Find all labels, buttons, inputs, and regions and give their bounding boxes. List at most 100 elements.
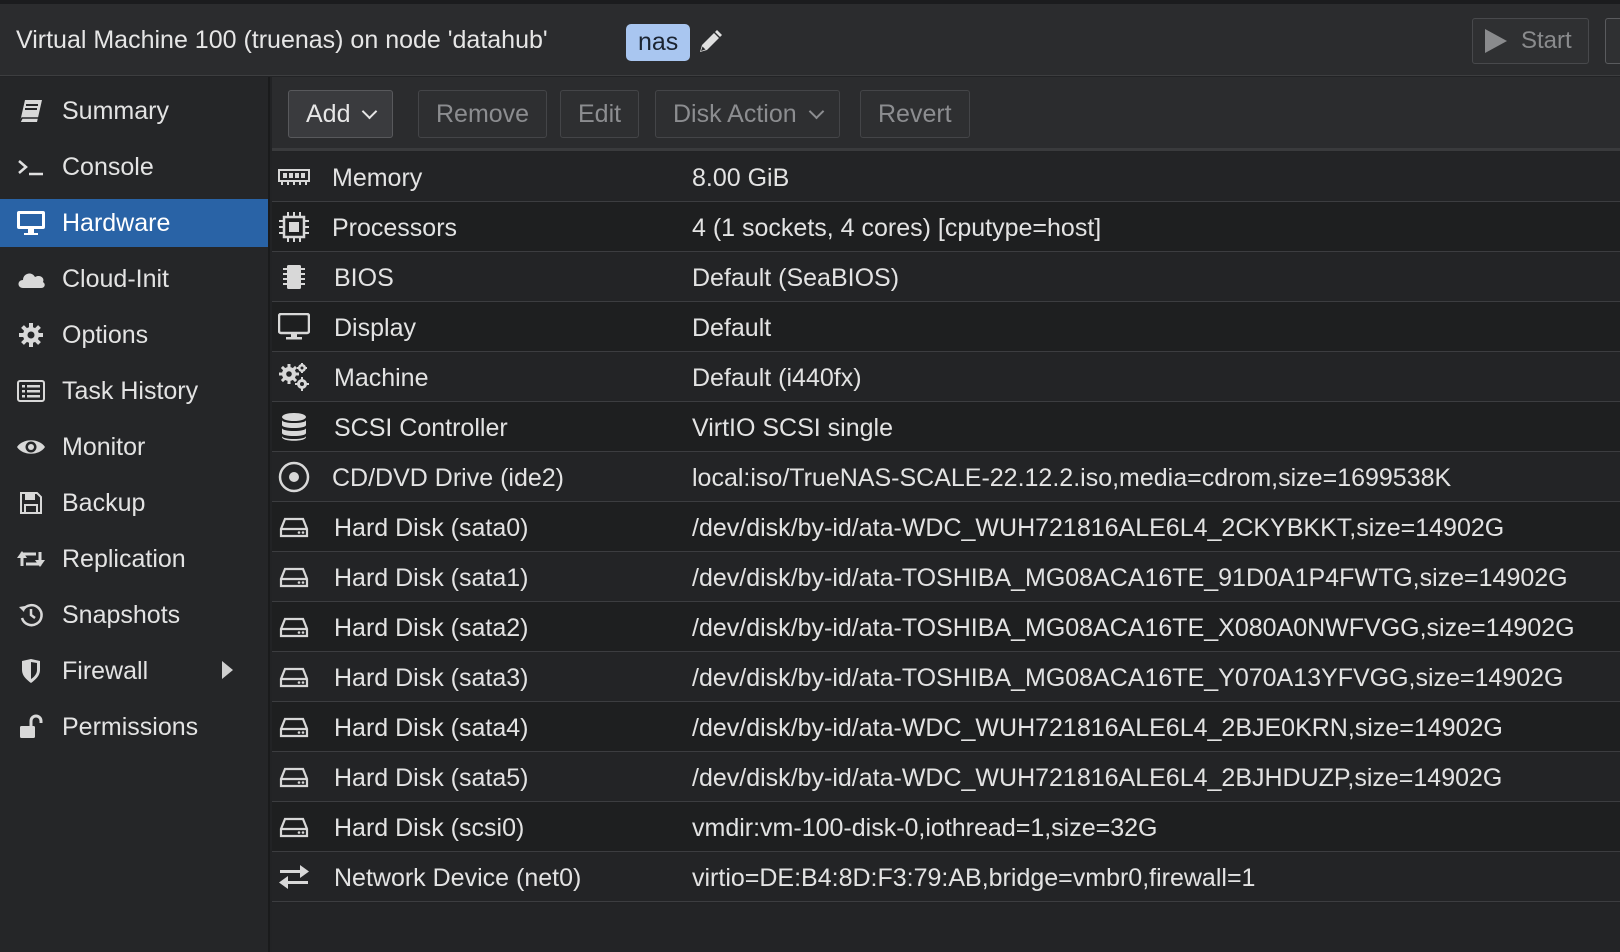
table-row[interactable]: Hard Disk (sata5) /dev/disk/by-id/ata-WD… — [272, 752, 1620, 802]
unlock-icon — [16, 713, 46, 741]
edit-button-label: Edit — [578, 99, 622, 128]
hdd-icon — [278, 761, 310, 793]
sidebar-item-task-history[interactable]: Task History — [0, 367, 268, 415]
table-row[interactable]: Hard Disk (sata0) /dev/disk/by-id/ata-WD… — [272, 502, 1620, 552]
hdd-icon — [278, 811, 310, 843]
hardware-toolbar: Add Remove Edit Disk Action Revert — [272, 77, 1620, 151]
hardware-value: /dev/disk/by-id/ata-TOSHIBA_MG08ACA16TE_… — [692, 614, 1575, 642]
sidebar-item-backup[interactable]: Backup — [0, 479, 268, 527]
remove-button-label: Remove — [436, 99, 530, 128]
sidebar-item-snapshots[interactable]: Snapshots — [0, 591, 268, 639]
table-row[interactable]: Machine Default (i440fx) — [272, 352, 1620, 402]
floppy-icon — [16, 489, 46, 517]
exchange-icon — [278, 861, 310, 893]
hardware-name: Hard Disk (sata1) — [334, 564, 529, 592]
eye-icon — [16, 433, 46, 461]
chip-icon — [278, 261, 310, 293]
hardware-value: Default (i440fx) — [692, 364, 862, 392]
list-icon — [16, 377, 46, 405]
table-row[interactable]: Network Device (net0) virtio=DE:B4:8D:F3… — [272, 852, 1620, 902]
expand-arrow-icon[interactable] — [222, 661, 233, 679]
table-row[interactable]: CD/DVD Drive (ide2) local:iso/TrueNAS-SC… — [272, 452, 1620, 502]
hardware-value: /dev/disk/by-id/ata-TOSHIBA_MG08ACA16TE_… — [692, 664, 1564, 692]
table-row[interactable]: BIOS Default (SeaBIOS) — [272, 252, 1620, 302]
sidebar-item-console[interactable]: Console — [0, 143, 268, 191]
desktop-icon — [278, 311, 310, 343]
shutdown-button[interactable] — [1605, 18, 1620, 64]
hdd-icon — [278, 711, 310, 743]
hardware-name: CD/DVD Drive (ide2) — [332, 464, 564, 492]
add-button[interactable]: Add — [288, 90, 394, 138]
hardware-value: 4 (1 sockets, 4 cores) [cputype=host] — [692, 214, 1102, 242]
hardware-value: Default — [692, 314, 772, 342]
hardware-value: /dev/disk/by-id/ata-TOSHIBA_MG08ACA16TE_… — [692, 564, 1568, 592]
sidebar-item-monitor[interactable]: Monitor — [0, 423, 268, 471]
hardware-name: Machine — [334, 364, 429, 392]
hdd-icon — [278, 611, 310, 643]
sidebar-item-summary[interactable]: Summary — [0, 87, 268, 135]
hardware-value: vmdir:vm-100-disk-0,iothread=1,size=32G — [692, 814, 1158, 842]
hardware-grid: Memory 8.00 GiB Processors 4 (1 sockets,… — [272, 152, 1620, 902]
hardware-name: Hard Disk (sata4) — [334, 714, 529, 742]
add-button-label: Add — [306, 99, 351, 128]
hardware-value: /dev/disk/by-id/ata-WDC_WUH721816ALE6L4_… — [692, 514, 1505, 542]
hardware-name: Hard Disk (sata0) — [334, 514, 529, 542]
hdd-icon — [278, 561, 310, 593]
hardware-name: Hard Disk (sata5) — [334, 764, 529, 792]
sidebar-item-label: Permissions — [62, 712, 199, 741]
sidebar-item-label: Backup — [62, 488, 146, 517]
table-row[interactable]: Processors 4 (1 sockets, 4 cores) [cputy… — [272, 202, 1620, 252]
table-row[interactable]: Hard Disk (sata3) /dev/disk/by-id/ata-TO… — [272, 652, 1620, 702]
sidebar-item-replication[interactable]: Replication — [0, 535, 268, 583]
sidebar-item-label: Firewall — [62, 656, 149, 685]
cdrom-icon — [278, 461, 310, 493]
sidebar-item-options[interactable]: Options — [0, 311, 268, 359]
gears-icon — [278, 361, 310, 393]
sidebar-item-hardware[interactable]: Hardware — [0, 199, 268, 247]
retweet-icon — [16, 545, 46, 573]
sidebar-item-label: Hardware — [62, 208, 171, 237]
table-row[interactable]: SCSI Controller VirtIO SCSI single — [272, 402, 1620, 452]
sidebar-item-label: Cloud-Init — [62, 264, 169, 293]
disk-action-label: Disk Action — [673, 99, 797, 128]
sidebar-item-permissions[interactable]: Permissions — [0, 703, 268, 751]
sidebar-item-label: Options — [62, 320, 149, 349]
hardware-value: VirtIO SCSI single — [692, 414, 894, 442]
terminal-icon — [16, 153, 46, 181]
table-row[interactable]: Memory 8.00 GiB — [272, 152, 1620, 202]
hardware-name: Processors — [332, 214, 458, 242]
book-icon — [16, 97, 46, 125]
table-row[interactable]: Display Default — [272, 302, 1620, 352]
sidebar-item-cloud-init[interactable]: Cloud-Init — [0, 255, 268, 303]
cloud-icon — [16, 265, 46, 293]
hardware-name: Memory — [332, 164, 423, 192]
disk-action-button[interactable]: Disk Action — [655, 90, 840, 138]
hardware-name: Display — [334, 314, 416, 342]
remove-button[interactable]: Remove — [418, 90, 548, 138]
sidebar-item-label: Task History — [62, 376, 199, 405]
revert-button[interactable]: Revert — [860, 90, 970, 138]
hardware-name: Network Device (net0) — [334, 864, 582, 892]
hardware-value: /dev/disk/by-id/ata-WDC_WUH721816ALE6L4_… — [692, 764, 1503, 792]
hardware-name: Hard Disk (scsi0) — [334, 814, 525, 842]
table-row[interactable]: Hard Disk (scsi0) vmdir:vm-100-disk-0,io… — [272, 802, 1620, 852]
vm-tag[interactable]: nas — [626, 24, 691, 61]
chevron-down-icon — [808, 103, 824, 119]
hardware-value: Default (SeaBIOS) — [692, 264, 900, 292]
table-row[interactable]: Hard Disk (sata4) /dev/disk/by-id/ata-WD… — [272, 702, 1620, 752]
table-row[interactable]: Hard Disk (sata1) /dev/disk/by-id/ata-TO… — [272, 552, 1620, 602]
start-button[interactable]: Start — [1472, 18, 1589, 64]
vm-header: Virtual Machine 100 (truenas) on node 'd… — [0, 4, 1620, 76]
memory-icon — [278, 161, 310, 193]
gear-icon — [16, 321, 46, 349]
table-row[interactable]: Hard Disk (sata2) /dev/disk/by-id/ata-TO… — [272, 602, 1620, 652]
edit-button[interactable]: Edit — [560, 90, 640, 138]
hardware-value: /dev/disk/by-id/ata-WDC_WUH721816ALE6L4_… — [692, 714, 1503, 742]
desktop-icon — [16, 209, 46, 237]
pencil-icon[interactable] — [696, 28, 724, 56]
vm-title: Virtual Machine 100 (truenas) on node 'd… — [16, 26, 548, 54]
shield-icon — [16, 657, 46, 685]
revert-button-label: Revert — [878, 99, 952, 128]
sidebar-item-firewall[interactable]: Firewall — [0, 647, 268, 695]
grid-empty-area — [272, 904, 1620, 952]
